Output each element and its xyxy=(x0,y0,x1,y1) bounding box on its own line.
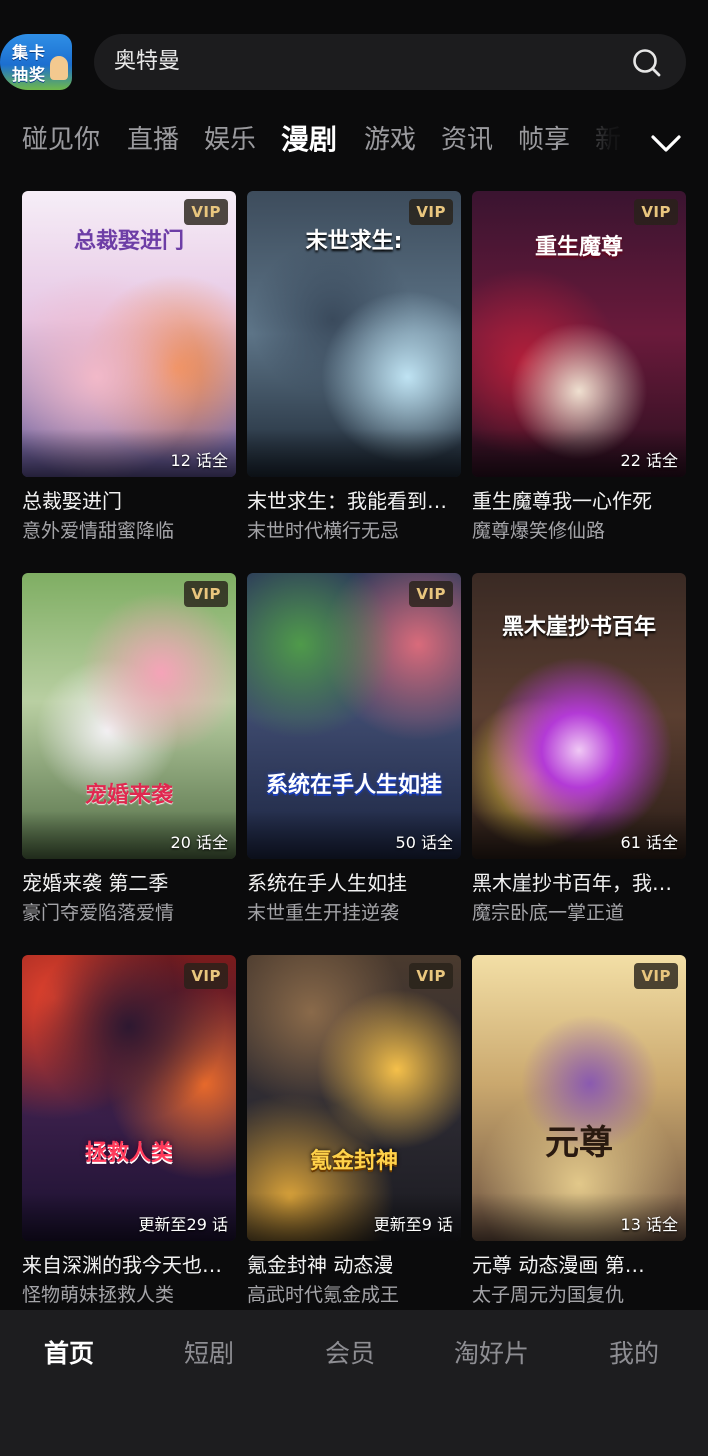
cover-image[interactable]: 总裁娶进门 VIP 12 话全 xyxy=(22,191,236,477)
nav-short-drama[interactable]: 短剧 xyxy=(184,1334,234,1374)
cover-title-art: 元尊 xyxy=(545,1123,613,1163)
vip-badge: VIP xyxy=(184,963,228,989)
search-input[interactable]: 奥特曼 xyxy=(94,34,686,90)
episode-count: 更新至29 话 xyxy=(138,1215,228,1234)
cover-image[interactable]: 氪金封神 VIP 更新至9 话 xyxy=(247,955,461,1241)
vip-badge: VIP xyxy=(409,963,453,989)
card-subtitle: 意外爱情甜蜜降临 xyxy=(22,520,175,542)
card-title[interactable]: 重生魔尊我一心作死 xyxy=(472,487,686,515)
card-title[interactable]: 来自深渊的我今天也… xyxy=(22,1251,236,1279)
vip-badge: VIP xyxy=(634,199,678,225)
card-subtitle: 豪门夺爱陷落爱情 xyxy=(22,902,175,924)
episode-count: 22 话全 xyxy=(620,451,678,470)
cover-title-art: 拯救人类 xyxy=(84,1141,173,1166)
tab-item[interactable]: 碰见你 xyxy=(22,120,100,160)
bottom-navigation: 首页 短剧 会员 淘好片 我的 xyxy=(0,1310,708,1456)
card-subtitle: 魔宗卧底一掌正道 xyxy=(472,902,625,924)
card-subtitle: 魔尊爆笑修仙路 xyxy=(472,520,606,542)
card-subtitle: 末世时代横行无忌 xyxy=(247,520,400,542)
nav-profile[interactable]: 我的 xyxy=(609,1334,659,1374)
card-title[interactable]: 黑木崖抄书百年，我… xyxy=(472,869,686,897)
card-title[interactable]: 元尊 动态漫画 第… xyxy=(472,1251,686,1279)
cover-image[interactable]: 重生魔尊 VIP 22 话全 xyxy=(472,191,686,477)
nav-membership[interactable]: 会员 xyxy=(325,1334,375,1374)
tab-item[interactable]: 游戏 xyxy=(364,120,416,160)
cover-image[interactable]: 系统在手人生如挂 VIP 50 话全 xyxy=(247,573,461,859)
episode-count: 50 话全 xyxy=(395,833,453,852)
tab-item[interactable]: 直播 xyxy=(127,120,179,160)
search-query-text: 奥特曼 xyxy=(114,49,181,74)
cover-shade xyxy=(247,429,461,477)
promo-label-line1: 集卡 xyxy=(12,43,47,62)
card-title[interactable]: 宠婚来袭 第二季 xyxy=(22,869,236,897)
cover-title-art: 宠婚来袭 xyxy=(84,783,173,808)
category-tabs: 碰见你 直播 娱乐 漫剧 游戏 资讯 帧享 新 xyxy=(0,112,708,170)
nav-home[interactable]: 首页 xyxy=(44,1334,94,1374)
cover-title-art: 末世求生: xyxy=(305,229,403,254)
cover-title-art: 黑木崖抄书百年 xyxy=(501,615,656,640)
episode-count: 61 话全 xyxy=(620,833,678,852)
card-title[interactable]: 系统在手人生如挂 xyxy=(247,869,461,897)
card-subtitle: 怪物萌妹拯救人类 xyxy=(22,1284,175,1306)
card-subtitle: 末世重生开挂逆袭 xyxy=(247,902,400,924)
cover-image[interactable]: 黑木崖抄书百年 61 话全 xyxy=(472,573,686,859)
cover-title-art: 系统在手人生如挂 xyxy=(265,773,442,798)
vip-badge: VIP xyxy=(634,963,678,989)
card-lottery-promo-button[interactable]: 集卡 抽奖 xyxy=(0,34,72,90)
vip-badge: VIP xyxy=(184,199,228,225)
episode-count: 更新至9 话 xyxy=(373,1215,453,1234)
cover-title-art: 重生魔尊 xyxy=(534,235,623,260)
chevron-down-icon[interactable] xyxy=(648,128,684,158)
vip-badge: VIP xyxy=(409,581,453,607)
cover-image[interactable]: 拯救人类 VIP 更新至29 话 xyxy=(22,955,236,1241)
vip-badge: VIP xyxy=(409,199,453,225)
tab-item-active[interactable]: 漫剧 xyxy=(281,120,337,160)
nav-discover[interactable]: 淘好片 xyxy=(454,1334,529,1374)
cover-title-art: 氪金封神 xyxy=(309,1149,398,1174)
promo-label-line2: 抽奖 xyxy=(12,65,47,84)
tabs-fade-overlay xyxy=(560,112,652,170)
episode-count: 20 话全 xyxy=(170,833,228,852)
cover-image[interactable]: 元尊 VIP 13 话全 xyxy=(472,955,686,1241)
episode-count: 13 话全 xyxy=(620,1215,678,1234)
promo-mascot-icon xyxy=(50,56,68,80)
cover-title-art: 总裁娶进门 xyxy=(73,229,184,254)
top-header: 集卡 抽奖 奥特曼 xyxy=(0,0,708,110)
card-title[interactable]: 末世求生：我能看到… xyxy=(247,487,461,515)
search-icon[interactable] xyxy=(630,46,664,80)
card-title[interactable]: 氪金封神 动态漫 xyxy=(247,1251,461,1279)
card-title[interactable]: 总裁娶进门 xyxy=(22,487,236,515)
cover-image[interactable]: 宠婚来袭 VIP 20 话全 xyxy=(22,573,236,859)
episode-count: 12 话全 xyxy=(170,451,228,470)
tab-item[interactable]: 娱乐 xyxy=(204,120,256,160)
tab-item[interactable]: 资讯 xyxy=(441,120,493,160)
cover-image[interactable]: 末世求生: VIP xyxy=(247,191,461,477)
vip-badge: VIP xyxy=(184,581,228,607)
card-subtitle: 太子周元为国复仇 xyxy=(472,1284,625,1306)
card-subtitle: 高武时代氪金成王 xyxy=(247,1284,400,1306)
